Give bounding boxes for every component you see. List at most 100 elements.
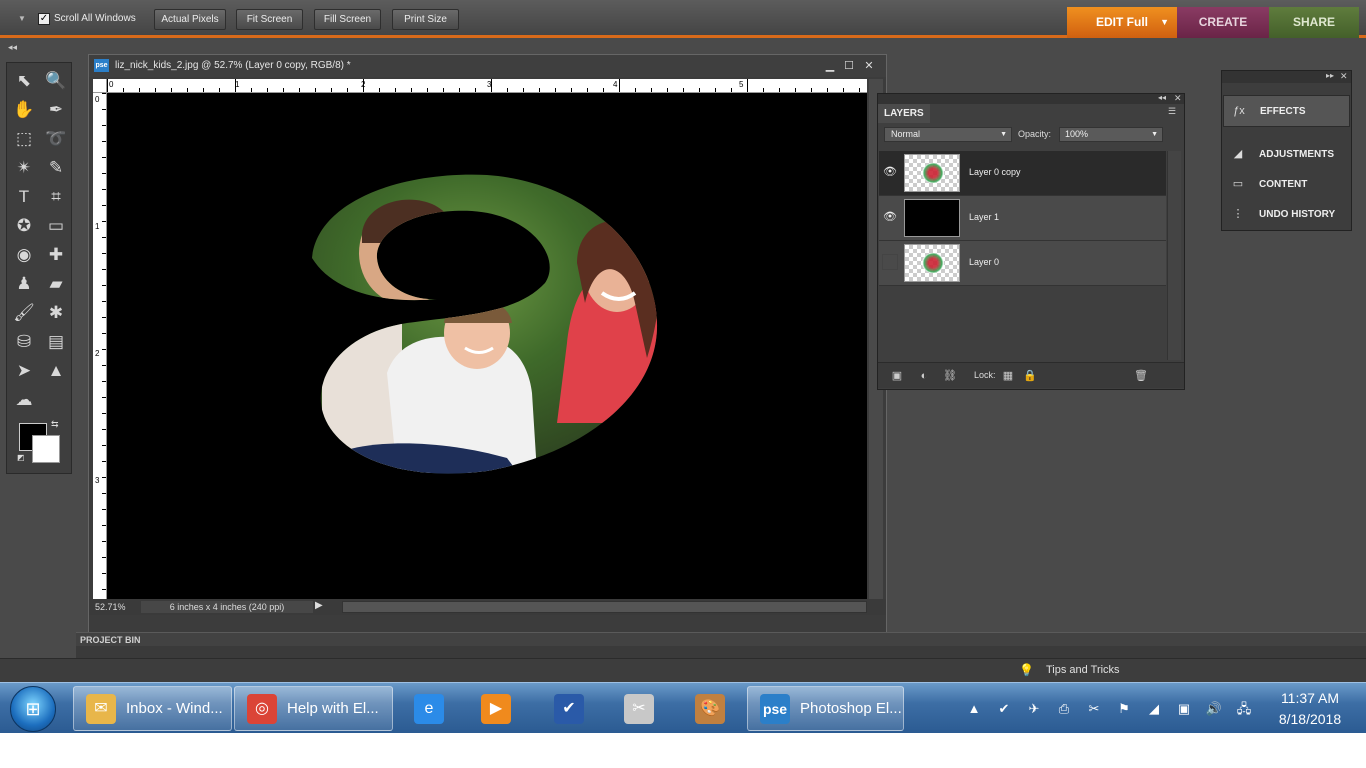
eye-icon[interactable]: 👁 bbox=[882, 209, 898, 225]
collapse-panel-icon[interactable]: ▸▸ bbox=[1326, 71, 1334, 80]
eye-icon[interactable]: 👁 bbox=[882, 164, 898, 180]
scroll-all-windows-checkbox[interactable]: ✓ bbox=[38, 13, 50, 25]
clock-time[interactable]: 11:37 AM bbox=[1270, 690, 1350, 706]
brush-tool-icon[interactable]: 🖌 bbox=[11, 301, 37, 325]
new-layer-icon[interactable]: ▣ bbox=[890, 369, 904, 383]
image-canvas[interactable] bbox=[107, 93, 867, 599]
blend-mode-select[interactable]: Normal ▼ bbox=[884, 127, 1012, 142]
tab-create[interactable]: CREATE bbox=[1177, 7, 1269, 38]
marquee-tool-icon[interactable]: ⬚ bbox=[11, 127, 37, 151]
red-eye-tool-icon[interactable]: ◉ bbox=[11, 243, 37, 267]
gradient-tool-icon[interactable]: ▤ bbox=[43, 330, 69, 354]
panel-menu-icon[interactable]: ☰ bbox=[1168, 106, 1176, 117]
tab-share[interactable]: SHARE bbox=[1269, 7, 1359, 38]
start-button[interactable]: ⊞ bbox=[10, 686, 56, 732]
crop-tool-icon[interactable]: ⌗ bbox=[43, 185, 69, 209]
taskbar-button-internet-explorer[interactable]: e bbox=[395, 686, 462, 731]
custom-shape-tool-icon[interactable]: ➤ bbox=[11, 359, 37, 383]
orange-app-icon[interactable]: ◢ bbox=[1145, 700, 1163, 718]
chevron-down-icon[interactable]: ▼ bbox=[1160, 7, 1169, 38]
actual-pixels-button[interactable]: Actual Pixels bbox=[154, 9, 226, 30]
taskbar-button-chrome[interactable]: ◎ Help with El... bbox=[234, 686, 393, 731]
taskbar-button-snipping-tool[interactable]: ✂ bbox=[605, 686, 672, 731]
zoom-tool-icon[interactable]: 🔍 bbox=[43, 69, 69, 93]
scanner-icon[interactable]: ✈ bbox=[1025, 700, 1043, 718]
visibility-toggle[interactable] bbox=[882, 254, 898, 270]
zoom-level[interactable]: 52.71% bbox=[95, 602, 126, 612]
eraser-tool-icon[interactable]: ▰ bbox=[43, 272, 69, 296]
palette-item-effects[interactable]: ƒx EFFECTS bbox=[1223, 95, 1350, 127]
layer-row[interactable]: Layer 0 bbox=[879, 241, 1166, 286]
ruler-tick bbox=[539, 88, 540, 92]
opacity-input[interactable]: 100% ▼ bbox=[1059, 127, 1163, 142]
close-panel-icon[interactable]: ✕ bbox=[1340, 71, 1348, 82]
print-size-button[interactable]: Print Size bbox=[392, 9, 459, 30]
palette-item-undo-history[interactable]: ⋮ UNDO HISTORY bbox=[1223, 199, 1350, 229]
move-tool-icon[interactable]: ⬉ bbox=[11, 69, 37, 93]
printer-icon[interactable]: ⎙ bbox=[1055, 700, 1073, 718]
status-menu-arrow-icon[interactable]: ▶ bbox=[315, 600, 323, 611]
briefcase-icon[interactable]: ▣ bbox=[1175, 700, 1193, 718]
ruler-tick bbox=[235, 79, 236, 92]
clock-date[interactable]: 8/18/2018 bbox=[1270, 711, 1350, 727]
palette-item-adjustments[interactable]: ◢ ADJUSTMENTS bbox=[1223, 139, 1350, 169]
layers-scrollbar[interactable] bbox=[1167, 151, 1181, 360]
taskbar-button-photoshop-elements[interactable]: pse Photoshop El... bbox=[747, 686, 904, 731]
background-color-swatch[interactable] bbox=[32, 435, 60, 463]
collapse-toolbox-icon[interactable]: ◂◂ bbox=[8, 42, 17, 53]
tab-layers[interactable]: LAYERS bbox=[878, 104, 930, 123]
lock-all-icon[interactable]: 🔒 bbox=[1023, 369, 1037, 383]
healing-brush-tool-icon[interactable]: ✚ bbox=[43, 243, 69, 267]
layer-row[interactable]: 👁 Layer 1 bbox=[879, 196, 1166, 241]
project-bin-area[interactable] bbox=[76, 646, 1366, 658]
lock-transparency-icon[interactable]: ▦ bbox=[1001, 369, 1015, 383]
adjustment-layer-icon[interactable]: ◐ bbox=[917, 369, 931, 383]
palette-bin-header[interactable]: ▸▸ ✕ bbox=[1222, 71, 1351, 83]
project-bin-header[interactable]: PROJECT BIN bbox=[76, 632, 1366, 646]
magic-wand-tool-icon[interactable]: ✴ bbox=[11, 156, 37, 180]
tools-icon[interactable]: ✂ bbox=[1085, 700, 1103, 718]
type-tool-icon[interactable]: T bbox=[11, 185, 37, 209]
default-colors-icon[interactable]: ◩ bbox=[17, 453, 25, 462]
layer-name: Layer 0 bbox=[969, 257, 1000, 267]
straighten-tool-icon[interactable]: ▭ bbox=[43, 214, 69, 238]
taskbar-button-outlook[interactable]: ✉ Inbox - Wind... bbox=[73, 686, 232, 731]
taskbar-button-media-player[interactable]: ▶ bbox=[462, 686, 529, 731]
lasso-tool-icon[interactable]: ➰ bbox=[43, 127, 69, 151]
cookie-cutter-tool-icon[interactable]: ✪ bbox=[11, 214, 37, 238]
taskbar-button-paint[interactable]: 🎨 bbox=[676, 686, 743, 731]
paint-bucket-tool-icon[interactable]: ⛁ bbox=[11, 330, 37, 354]
volume-icon[interactable]: 🔊 bbox=[1205, 700, 1223, 718]
document-horizontal-scrollbar[interactable] bbox=[342, 601, 867, 613]
norton-icon[interactable]: ✔ bbox=[995, 700, 1013, 718]
eyedropper-tool-icon[interactable]: ✒ bbox=[43, 98, 69, 122]
blur-tool-icon[interactable]: ▲ bbox=[43, 359, 69, 383]
sponge-tool-icon[interactable]: ☁ bbox=[11, 388, 37, 412]
ruler-tick bbox=[102, 413, 106, 414]
tab-edit-full[interactable]: EDIT Full ▼ bbox=[1067, 7, 1177, 38]
fit-screen-button[interactable]: Fit Screen bbox=[236, 9, 303, 30]
delete-layer-icon[interactable]: 🗑 bbox=[1134, 369, 1148, 383]
swap-colors-icon[interactable]: ⇆ bbox=[51, 419, 59, 430]
action-center-flag-icon[interactable]: ⚑ bbox=[1115, 700, 1133, 718]
layer-row[interactable]: 👁 Layer 0 copy bbox=[879, 151, 1166, 196]
network-icon[interactable]: 🖧 bbox=[1235, 700, 1253, 718]
selection-brush-tool-icon[interactable]: ✎ bbox=[43, 156, 69, 180]
layers-panel-header[interactable]: ◂◂ ✕ bbox=[878, 93, 1184, 104]
tips-and-tricks-link[interactable]: Tips and Tricks bbox=[1046, 664, 1120, 676]
taskbar-button-app-check[interactable]: ✔ bbox=[535, 686, 602, 731]
collapse-panel-icon[interactable]: ◂◂ bbox=[1158, 93, 1166, 102]
hand-tool-icon[interactable]: ✋ bbox=[11, 98, 37, 122]
minimize-icon[interactable]: ▁ bbox=[822, 58, 838, 74]
tool-preset-dropdown-icon[interactable]: ▼ bbox=[18, 14, 26, 23]
maximize-icon[interactable]: ☐ bbox=[841, 58, 857, 74]
link-layers-icon[interactable]: ⛓ bbox=[943, 369, 957, 383]
show-hidden-icons-icon[interactable]: ▲ bbox=[965, 700, 983, 718]
clone-stamp-tool-icon[interactable]: ♟ bbox=[11, 272, 37, 296]
fill-screen-button[interactable]: Fill Screen bbox=[314, 9, 381, 30]
close-panel-icon[interactable]: ✕ bbox=[1174, 93, 1182, 104]
smart-brush-tool-icon[interactable]: ✱ bbox=[43, 301, 69, 325]
close-icon[interactable]: ✕ bbox=[861, 58, 877, 74]
palette-item-content[interactable]: ▭ CONTENT bbox=[1223, 169, 1350, 199]
document-titlebar[interactable]: pse liz_nick_kids_2.jpg @ 52.7% (Layer 0… bbox=[89, 55, 886, 77]
